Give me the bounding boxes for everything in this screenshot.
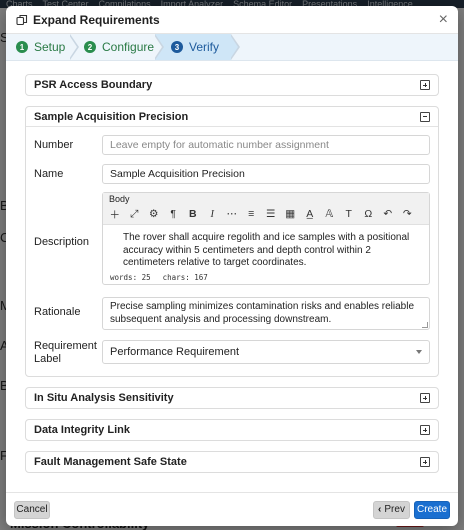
list-icon[interactable]: ☰	[261, 205, 281, 223]
bold-icon[interactable]: B	[183, 205, 203, 223]
char-count: chars: 167	[162, 273, 208, 282]
number-row: Number Leave empty for automatic number …	[34, 135, 430, 155]
rich-text-editor: Body ＋ ⤢ ⚙ ¶ B I ⋯ ≡ ☰ ▦ A̲ 𝔸 T Ω ↶ ↷ Th…	[102, 192, 430, 285]
special-char-icon[interactable]: Ω	[359, 205, 379, 223]
align-icon[interactable]: ≡	[242, 205, 262, 223]
section-title: Fault Management Safe State	[34, 456, 187, 468]
select-value: Performance Requirement	[110, 346, 240, 358]
highlight-icon[interactable]: A̲	[300, 205, 320, 223]
section-header[interactable]: Sample Acquisition Precision	[26, 107, 438, 127]
requirement-label-label: Requirement Label	[34, 340, 97, 365]
modal-body[interactable]: PSR Access Boundary Sample Acquisition P…	[6, 62, 458, 492]
name-label: Name	[34, 168, 64, 180]
name-row: Name Sample Acquisition Precision	[34, 164, 430, 184]
close-icon[interactable]: ×	[439, 11, 448, 28]
editor-statusbar: words: 25 chars: 167	[103, 270, 429, 284]
rationale-textarea[interactable]: Precise sampling minimizes contamination…	[102, 297, 430, 330]
modal-footer: Cancel ‹ Prev Create	[6, 492, 458, 526]
expand-icon[interactable]	[420, 457, 430, 467]
cancel-button[interactable]: Cancel	[14, 500, 50, 519]
wizard-steps: 1 Setup 2 Configure 3 Verify	[6, 34, 458, 61]
rationale-label: Rationale	[34, 306, 81, 318]
number-label: Number	[34, 139, 74, 151]
requirement-label-row: Requirement Label Performance Requiremen…	[34, 338, 430, 366]
modal-title: Expand Requirements	[33, 12, 160, 27]
step-label: Configure	[102, 40, 155, 54]
number-input[interactable]: Leave empty for automatic number assignm…	[102, 135, 430, 155]
italic-icon[interactable]: I	[203, 205, 223, 223]
fullscreen-icon[interactable]: ⤢	[125, 205, 145, 223]
settings-icon[interactable]: ⚙	[144, 205, 164, 223]
copy-icon	[16, 14, 28, 26]
font-size-icon[interactable]: T	[339, 205, 359, 223]
expand-icon[interactable]	[420, 425, 430, 435]
section-data-integrity-link: Data Integrity Link	[25, 419, 439, 441]
expand-icon[interactable]	[420, 80, 430, 90]
step-label: Setup	[34, 40, 66, 54]
rationale-text: Precise sampling minimizes contamination…	[110, 301, 415, 325]
step-chevron	[230, 34, 240, 60]
resize-handle[interactable]	[422, 322, 428, 328]
editor-menu-body[interactable]: Body	[103, 193, 429, 204]
paragraph-icon[interactable]: ¶	[164, 205, 184, 223]
word-count: words: 25	[110, 273, 151, 282]
more-icon[interactable]: ⋯	[222, 205, 242, 223]
editor-content[interactable]: The rover shall acquire regolith and ice…	[103, 225, 429, 270]
section-title: PSR Access Boundary	[34, 79, 153, 91]
requirement-label-select[interactable]: Performance Requirement	[102, 340, 430, 364]
section-psr-access-boundary: PSR Access Boundary	[25, 74, 439, 96]
section-header[interactable]: Fault Management Safe State	[26, 452, 438, 472]
section-in-situ-analysis-sensitivity: In Situ Analysis Sensitivity	[25, 387, 439, 409]
step-label: Verify	[189, 40, 220, 54]
step-verify[interactable]: 3 Verify	[155, 34, 240, 60]
section-title: Data Integrity Link	[34, 424, 130, 436]
step-configure[interactable]: 2 Configure	[70, 34, 164, 60]
section-sample-acquisition-precision: Sample Acquisition Precision Number Leav…	[25, 106, 439, 377]
step-number: 2	[84, 41, 96, 53]
name-input[interactable]: Sample Acquisition Precision	[102, 164, 430, 184]
section-header[interactable]: Data Integrity Link	[26, 420, 438, 440]
prev-button[interactable]: ‹ Prev	[373, 500, 410, 519]
table-icon[interactable]: ▦	[281, 205, 301, 223]
prev-label: Prev	[384, 504, 405, 515]
create-button[interactable]: Create	[414, 500, 450, 519]
modal-header: Expand Requirements ×	[6, 6, 458, 34]
description-row: Description Body ＋ ⤢ ⚙ ¶ B I ⋯ ≡ ☰ ▦ A̲ …	[34, 192, 430, 285]
step-setup[interactable]: 1 Setup	[6, 34, 79, 60]
step-chevron	[154, 34, 164, 60]
insert-icon[interactable]: ＋	[105, 205, 125, 223]
editor-toolbar: ＋ ⤢ ⚙ ¶ B I ⋯ ≡ ☰ ▦ A̲ 𝔸 T Ω ↶ ↷	[103, 204, 429, 224]
section-header[interactable]: In Situ Analysis Sensitivity	[26, 388, 438, 408]
rationale-row: Rationale Precise sampling minimizes con…	[34, 297, 430, 330]
section-fault-management-safe-state: Fault Management Safe State	[25, 451, 439, 473]
description-label: Description	[34, 236, 90, 248]
section-title: In Situ Analysis Sensitivity	[34, 392, 174, 404]
step-number: 3	[171, 41, 183, 53]
step-number: 1	[16, 41, 28, 53]
chevron-down-icon	[416, 350, 422, 354]
section-title: Sample Acquisition Precision	[34, 110, 189, 123]
collapse-icon[interactable]	[420, 111, 430, 122]
step-chevron	[69, 34, 79, 60]
redo-icon[interactable]: ↷	[398, 205, 418, 223]
editor-toolbar-area: Body ＋ ⤢ ⚙ ¶ B I ⋯ ≡ ☰ ▦ A̲ 𝔸 T Ω ↶ ↷	[103, 193, 429, 225]
expand-requirements-modal: Expand Requirements × 1 Setup 2 Configur…	[6, 6, 458, 526]
undo-icon[interactable]: ↶	[378, 205, 398, 223]
chevron-left-icon: ‹	[378, 504, 382, 515]
section-header[interactable]: PSR Access Boundary	[26, 75, 438, 95]
section-body: Number Leave empty for automatic number …	[26, 127, 438, 376]
expand-icon[interactable]	[420, 393, 430, 403]
font-color-icon[interactable]: 𝔸	[320, 205, 340, 223]
